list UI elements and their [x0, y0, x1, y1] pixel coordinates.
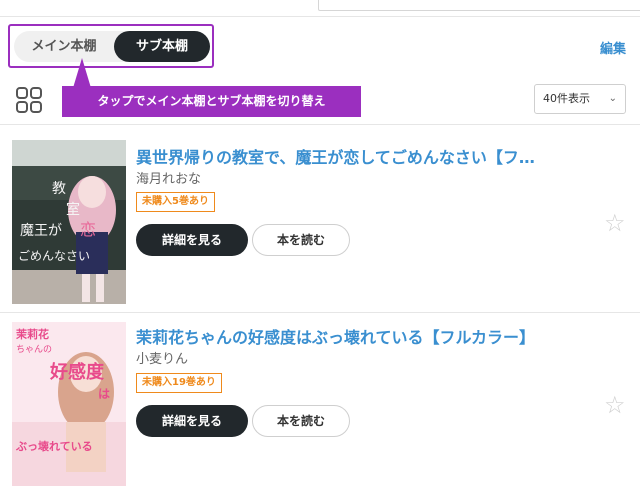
cover-text: 好感度	[49, 361, 105, 383]
top-search-field[interactable]	[318, 0, 640, 11]
cover-text: 茉莉花	[16, 327, 49, 341]
tooltip-pointer	[73, 58, 91, 88]
header-divider	[0, 16, 640, 17]
read-book-button[interactable]: 本を読む	[252, 224, 350, 256]
book-cover[interactable]: 教 室 魔王が 恋 ごめんなさい	[12, 140, 126, 304]
shelf-toggle-highlight	[8, 24, 214, 68]
cover-text: 魔王が	[20, 223, 62, 239]
shelf-tooltip: タップでメイン本棚とサブ本棚を切り替え	[62, 86, 361, 117]
book-author: 小麦りん	[136, 352, 189, 367]
cover-text: 室	[66, 201, 80, 218]
edit-link[interactable]: 編集	[600, 38, 626, 57]
per-page-select[interactable]: 40件表示 ⌄	[534, 84, 626, 114]
book-cover[interactable]: 茉莉花 ちゃんの 好感度 は ぶっ壊れている	[12, 322, 126, 486]
chevron-down-icon: ⌄	[608, 93, 617, 104]
view-details-button[interactable]: 詳細を見る	[136, 224, 248, 256]
unpurchased-badge: 未購入19巻あり	[136, 373, 222, 393]
cover-text: ぶっ壊れている	[15, 439, 93, 453]
read-book-button[interactable]: 本を読む	[252, 405, 350, 437]
row-divider	[0, 312, 640, 313]
book-title[interactable]: 茉莉花ちゃんの好感度はぶっ壊れている【フルカラー】	[136, 324, 535, 348]
cover-text: 恋	[80, 220, 96, 239]
favorite-star-icon[interactable]: ☆	[604, 393, 626, 417]
per-page-value: 40件表示	[543, 92, 590, 105]
cover-text: 教	[52, 181, 66, 197]
cover-text: ごめんなさい	[18, 248, 90, 263]
favorite-star-icon[interactable]: ☆	[604, 211, 626, 235]
cover-text: は	[98, 387, 110, 401]
view-details-button[interactable]: 詳細を見る	[136, 405, 248, 437]
cover-text: ちゃんの	[16, 344, 52, 355]
row-divider	[0, 124, 640, 125]
grid-icon[interactable]	[16, 87, 42, 113]
book-title[interactable]: 異世界帰りの教室で、魔王が恋してごめんなさい【フ…	[136, 144, 535, 168]
book-author: 海月れおな	[136, 172, 202, 187]
unpurchased-badge: 未購入5巻あり	[136, 192, 215, 212]
